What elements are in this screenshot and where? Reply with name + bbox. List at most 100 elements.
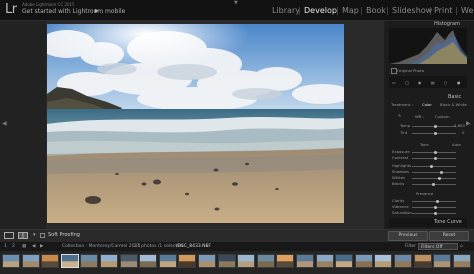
soft-proofing-checkbox[interactable]	[40, 233, 45, 238]
filmstrip-thumbnail[interactable]	[452, 254, 471, 268]
filmstrip-thumbnail[interactable]	[217, 254, 236, 268]
vibrance-knob[interactable]	[434, 206, 437, 209]
whites-knob[interactable]	[438, 177, 441, 180]
shadows-slider[interactable]	[412, 172, 456, 173]
treatment-color[interactable]: Color	[422, 102, 432, 107]
original-photo-checkbox-label[interactable]: Original Photo	[397, 68, 424, 73]
tint-knob[interactable]	[434, 132, 437, 135]
saturation-label: Saturation	[392, 210, 412, 215]
saturation-knob[interactable]	[434, 212, 437, 215]
previous-button[interactable]: Previous	[388, 231, 428, 241]
filmstrip-thumbnail[interactable]	[315, 254, 334, 268]
filmstrip-thumbnail[interactable]	[433, 254, 452, 268]
reset-button[interactable]: Reset	[429, 231, 469, 241]
temp-knob[interactable]	[434, 125, 437, 128]
module-print[interactable]: Print	[434, 6, 452, 15]
loupe-view-icon[interactable]	[4, 232, 14, 239]
tool-strip	[389, 76, 467, 88]
crop-tool-icon[interactable]: ▭	[392, 80, 396, 85]
filmstrip-thumbnail[interactable]	[198, 254, 216, 268]
original-photo-checkbox[interactable]	[391, 68, 397, 74]
collapse-top-icon[interactable]: ▼	[234, 0, 238, 6]
expand-left-icon[interactable]: ◀	[2, 120, 7, 127]
highlights-knob[interactable]	[430, 165, 433, 168]
filmstrip-thumbnail[interactable]	[296, 254, 314, 268]
filmstrip-thumbnail[interactable]	[80, 254, 99, 268]
before-after-icon[interactable]	[18, 232, 28, 239]
highlights-label: Highlights	[392, 163, 412, 168]
filmstrip-thumbnail[interactable]	[394, 254, 412, 268]
wb-value[interactable]: Custom	[435, 114, 450, 119]
contrast-label: Contrast	[392, 155, 409, 160]
play-icon[interactable]: ▶	[95, 8, 99, 14]
mobile-prompt[interactable]: Get started with Lightroom mobile	[22, 8, 125, 15]
filmstrip-thumbnail[interactable]	[413, 254, 432, 268]
module-library[interactable]: Library	[272, 6, 300, 15]
tone-curve-title[interactable]: Tone Curve	[434, 219, 462, 225]
radial-filter-icon[interactable]: ○	[444, 80, 447, 85]
basic-panel-title[interactable]: Basic	[448, 94, 461, 100]
eyedropper-icon[interactable]: ✎	[398, 113, 401, 118]
spot-removal-icon[interactable]: ◯	[405, 80, 409, 85]
filmstrip-thumbnail[interactable]	[2, 254, 20, 268]
module-book[interactable]: Book	[366, 6, 386, 15]
filename-dropdown-icon[interactable]: ▾	[206, 244, 208, 249]
module-slideshow[interactable]: Slideshow	[392, 6, 432, 15]
filmstrip-thumbnail[interactable]	[237, 254, 256, 268]
back-arrow-icon[interactable]: ◀	[32, 244, 35, 249]
treatment-label: Treatment :	[391, 102, 413, 107]
clarity-knob[interactable]	[436, 200, 439, 203]
dropdown-arrow-icon[interactable]: ▾	[33, 232, 36, 238]
module-web[interactable]: Web	[461, 6, 474, 15]
exposure-knob[interactable]	[434, 151, 437, 154]
filmstrip-thumbnail[interactable]	[354, 254, 373, 268]
clarity-label: Clarity	[392, 198, 405, 203]
filmstrip-thumbnail[interactable]	[256, 254, 275, 268]
temp-value[interactable]: 5,600	[454, 123, 465, 128]
app-version: Adobe Lightroom CC 2015	[22, 2, 75, 7]
filmstrip-thumbnail[interactable]	[41, 254, 60, 268]
tint-label: Tint	[400, 130, 408, 135]
auto-tone-button[interactable]: Auto	[452, 142, 461, 147]
lock-icon[interactable]: ⌂	[460, 244, 463, 249]
page-2-button[interactable]: 2	[12, 244, 15, 249]
module-map[interactable]: Map	[342, 6, 359, 15]
red-eye-icon[interactable]: ◉	[418, 80, 421, 85]
filmstrip-thumbnail[interactable]	[178, 254, 197, 268]
filmstrip-thumbnail[interactable]	[374, 254, 393, 268]
highlights-slider[interactable]	[412, 166, 456, 167]
filmstrip-thumbnail[interactable]	[21, 254, 40, 268]
filmstrip-thumbnail[interactable]	[158, 254, 177, 268]
shadows-knob[interactable]	[440, 171, 443, 174]
page-1-button[interactable]: 1	[4, 244, 7, 249]
beach-photo[interactable]	[47, 24, 344, 223]
vibrance-label: Vibrance	[392, 204, 409, 209]
forward-arrow-icon[interactable]: ▶	[40, 244, 43, 249]
blacks-knob[interactable]	[432, 183, 435, 186]
histogram-title[interactable]: Histogram	[434, 21, 460, 27]
module-develop[interactable]: Develop	[304, 6, 337, 15]
clarity-slider[interactable]	[412, 201, 456, 202]
collection-name[interactable]: Collection : Monterey/Carmel 2015	[62, 244, 140, 249]
filmstrip-thumbnail[interactable]	[119, 254, 138, 268]
whites-slider[interactable]	[412, 178, 456, 179]
exposure-label: Exposure	[392, 149, 410, 154]
shadows-label: Shadows	[392, 169, 409, 174]
collapse-right-icon[interactable]: ▶	[466, 120, 471, 127]
filmstrip-thumbnail[interactable]	[100, 254, 118, 268]
filmstrip-thumbnail[interactable]	[276, 254, 295, 268]
blacks-label: Blacks	[392, 181, 405, 186]
filter-dropdown[interactable]: Filters Off	[418, 243, 458, 250]
graduated-filter-icon[interactable]: ▤	[431, 80, 435, 85]
brush-icon[interactable]: ●	[457, 80, 460, 85]
contrast-knob[interactable]	[434, 157, 437, 160]
filmstrip-thumbnail[interactable]	[335, 254, 354, 268]
module-separator: |	[455, 6, 458, 15]
filmstrip-thumbnail[interactable]	[139, 254, 158, 268]
soft-proofing-label[interactable]: Soft Proofing	[48, 232, 80, 238]
tint-value[interactable]: 0	[462, 130, 464, 135]
treatment-bw[interactable]: Black & White	[440, 102, 467, 107]
grid-icon[interactable]: ▦	[22, 244, 26, 249]
filmstrip-thumbnail[interactable]	[60, 254, 79, 268]
filter-label: Filter :	[405, 244, 420, 249]
